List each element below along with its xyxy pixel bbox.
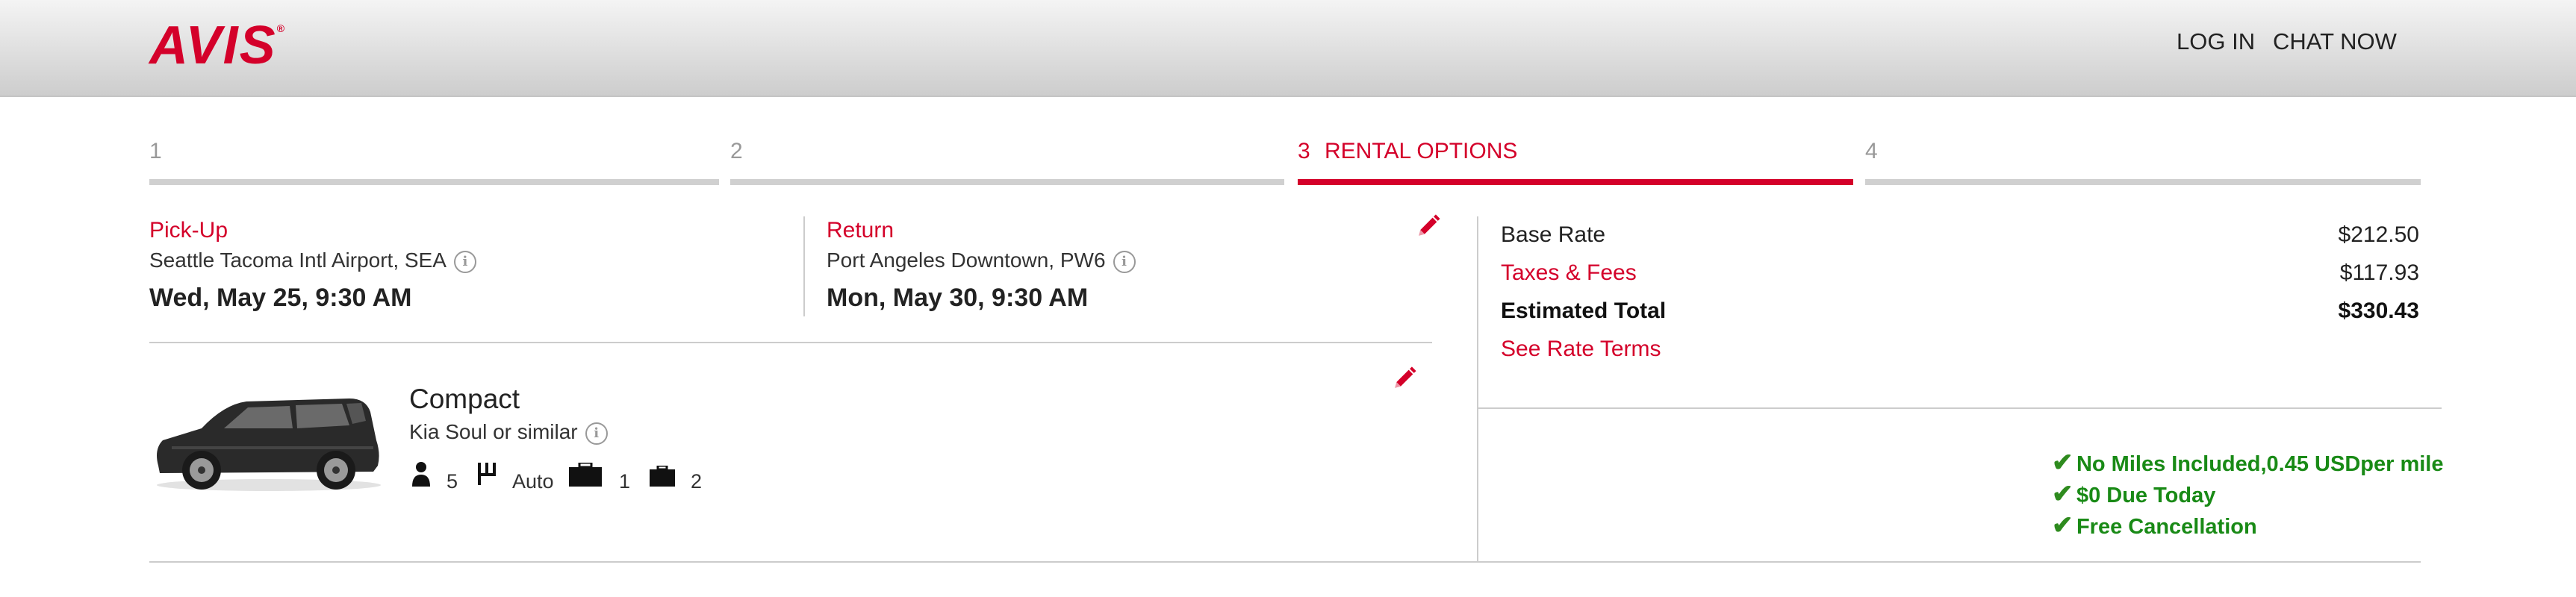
rate-terms-link[interactable]: See Rate Terms (1501, 337, 1661, 362)
benefit-text: Free Cancellation (2076, 515, 2257, 539)
checkmark-icon: ✔ (2052, 511, 2073, 540)
step-number: 3 (1298, 139, 1310, 163)
base-rate-label: Base Rate (1501, 222, 1606, 247)
registered-mark: ® (276, 22, 287, 34)
step-number: 1 (149, 139, 162, 163)
benefit-due-today: ✔ $0 Due Today (2052, 479, 2215, 509)
taxes-fees-value: $117.93 (2339, 260, 2419, 285)
login-link[interactable]: LOG IN (2177, 28, 2255, 55)
return-location-text: Port Angeles Downtown, PW6 (827, 249, 1106, 272)
step-number: 4 (1865, 139, 1878, 163)
step-2[interactable]: 2 (730, 134, 1284, 185)
transmission-icon (478, 463, 496, 485)
large-bag-icon (569, 463, 602, 487)
info-icon[interactable]: i (453, 250, 476, 273)
section-divider (149, 342, 1432, 343)
summary-section-divider (1478, 407, 2442, 409)
avis-logo[interactable]: AVIS® (149, 15, 286, 76)
taxes-fees-link[interactable]: Taxes & Fees (1501, 260, 1637, 286)
pickup-return-divider (803, 216, 805, 316)
edit-pencil-icon[interactable] (1392, 366, 1417, 391)
step-1[interactable]: 1 (149, 134, 719, 185)
step-bar (149, 179, 719, 185)
checkmark-icon: ✔ (2052, 480, 2073, 508)
return-location: Port Angeles Downtown, PW6 i (827, 249, 1136, 273)
benefit-text: $0 Due Today (2076, 484, 2216, 507)
bottom-divider (149, 561, 2421, 563)
pickup-location: Seattle Tacoma Intl Airport, SEA i (149, 249, 476, 273)
vehicle-model: Kia Soul or similar i (409, 420, 608, 445)
step-4[interactable]: 4 (1865, 134, 2421, 185)
site-header: AVIS® LOG IN CHAT NOW (0, 0, 2576, 97)
car-image (157, 398, 381, 491)
transmission-type: Auto (512, 470, 554, 493)
edit-pencil-icon[interactable] (1416, 213, 1441, 239)
pickup-heading: Pick-Up (149, 218, 228, 243)
return-heading: Return (827, 218, 895, 243)
small-bag-count: 2 (691, 470, 703, 493)
logo-text: AVIS (149, 16, 277, 75)
summary-divider (1477, 216, 1478, 561)
passenger-count: 5 (447, 470, 458, 493)
small-bag-icon (650, 466, 675, 487)
vehicle-model-text: Kia Soul or similar (409, 420, 578, 443)
info-icon[interactable]: i (1113, 250, 1136, 273)
benefit-free-cancellation: ✔ Free Cancellation (2052, 510, 2257, 540)
base-rate-value: $212.50 (2338, 222, 2419, 247)
benefit-miles: ✔ No Miles Included,0.45 USDper mile (2052, 448, 2443, 478)
step-bar (1298, 179, 1853, 185)
step-number: 2 (730, 139, 743, 163)
benefit-text: No Miles Included,0.45 USDper mile (2076, 452, 2444, 476)
step-bar (1865, 179, 2421, 185)
pickup-location-text: Seattle Tacoma Intl Airport, SEA (149, 249, 447, 272)
return-datetime: Mon, May 30, 9:30 AM (827, 284, 1089, 312)
large-bag-count: 1 (619, 470, 631, 493)
step-label: RENTAL OPTIONS (1325, 139, 1518, 163)
step-3-rental-options[interactable]: 3 RENTAL OPTIONS (1298, 134, 1853, 185)
estimated-total-label: Estimated Total (1501, 298, 1667, 323)
chat-now-link[interactable]: CHAT NOW (2273, 28, 2397, 55)
pickup-datetime: Wed, May 25, 9:30 AM (149, 284, 412, 312)
vehicle-class: Compact (409, 384, 520, 414)
step-bar (730, 179, 1284, 185)
checkmark-icon: ✔ (2052, 448, 2073, 477)
estimated-total-value: $330.43 (2338, 298, 2419, 323)
info-icon[interactable]: i (585, 422, 608, 445)
passenger-icon (412, 462, 430, 487)
